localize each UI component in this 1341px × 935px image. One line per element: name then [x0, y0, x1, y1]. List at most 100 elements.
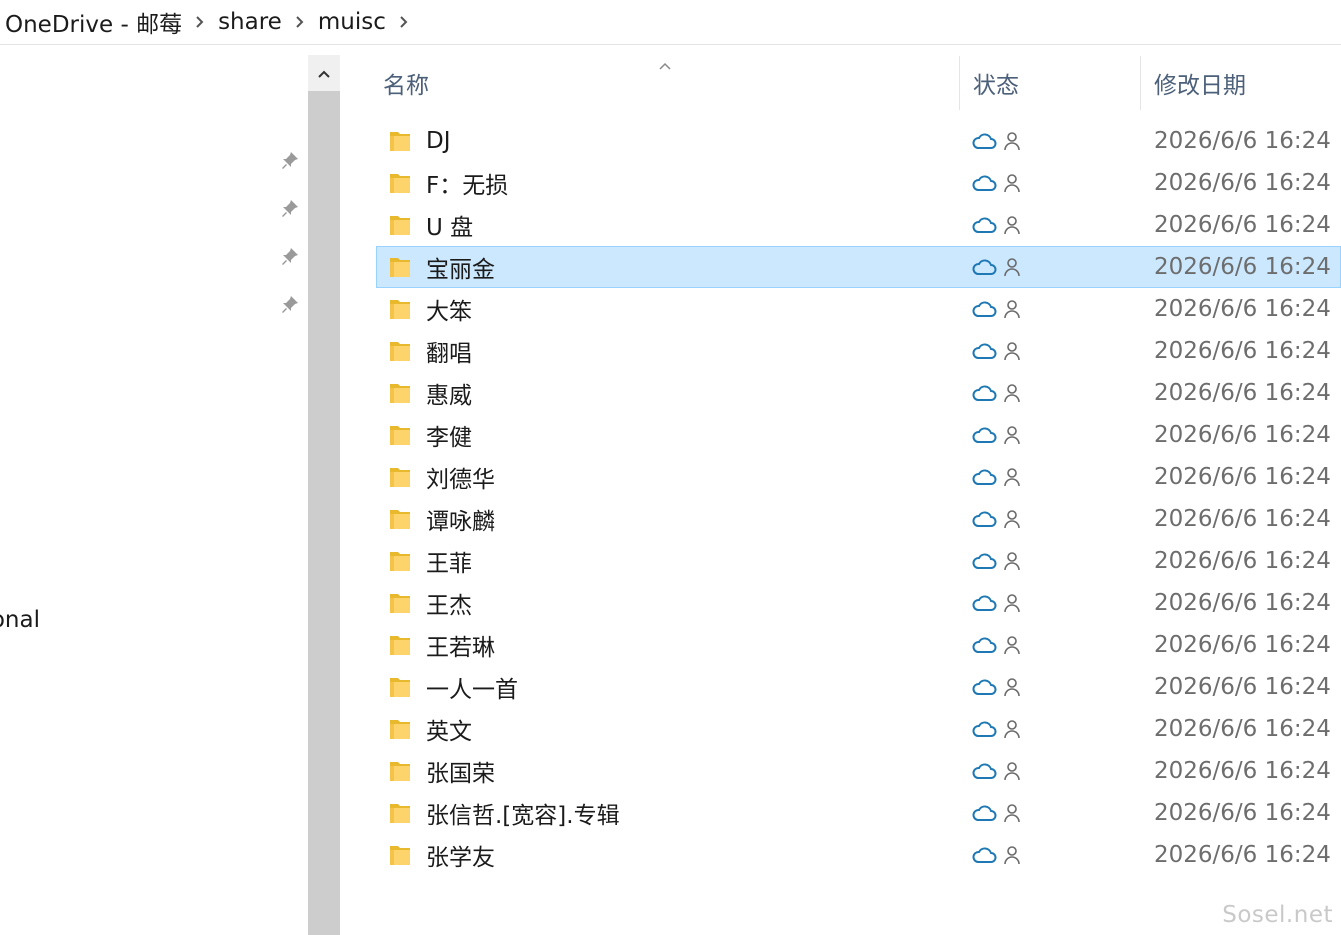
- file-name: 王若琳: [426, 635, 495, 661]
- modified-date: 2026/6/6 16:24: [1154, 128, 1331, 154]
- cloud-status-icon: [971, 719, 997, 739]
- cloud-status-icon: [971, 467, 997, 487]
- file-row[interactable]: DJ 2026/6/6 16:24: [376, 120, 1341, 162]
- modified-date: 2026/6/6 16:24: [1154, 338, 1331, 364]
- file-name: U 盘: [426, 215, 474, 241]
- folder-icon: [389, 381, 411, 405]
- file-name: 谭咏麟: [426, 509, 495, 535]
- modified-date: 2026/6/6 16:24: [1154, 380, 1331, 406]
- file-row[interactable]: 刘德华 2026/6/6 16:24: [376, 456, 1341, 498]
- breadcrumb-item-onedrive[interactable]: OneDrive - 邮莓: [0, 5, 186, 39]
- cloud-status-icon: [971, 677, 997, 697]
- file-name: 李健: [426, 425, 472, 451]
- file-list: DJ 2026/6/6 16:24 F：无损 2026/6/6 16:24 U …: [376, 120, 1341, 876]
- file-row[interactable]: 张国荣 2026/6/6 16:24: [376, 750, 1341, 792]
- file-row[interactable]: 翻唱 2026/6/6 16:24: [376, 330, 1341, 372]
- shared-person-icon: [1003, 761, 1021, 781]
- file-name: F：无损: [426, 173, 509, 199]
- chevron-up-icon: [318, 70, 330, 78]
- folder-icon: [389, 129, 411, 153]
- watermark: Sosel.net: [1222, 902, 1333, 928]
- file-row[interactable]: 王杰 2026/6/6 16:24: [376, 582, 1341, 624]
- shared-person-icon: [1003, 173, 1021, 193]
- folder-icon: [389, 801, 411, 825]
- cloud-status-icon: [971, 299, 997, 319]
- folder-icon: [389, 213, 411, 237]
- file-name: 张国荣: [426, 761, 495, 787]
- file-name: 王菲: [426, 551, 472, 577]
- folder-icon: [389, 297, 411, 321]
- column-header-status[interactable]: 状态: [959, 56, 1140, 110]
- shared-person-icon: [1003, 635, 1021, 655]
- shared-person-icon: [1003, 467, 1021, 487]
- breadcrumb: OneDrive - 邮莓 share muisc: [0, 0, 1341, 45]
- modified-date: 2026/6/6 16:24: [1154, 464, 1331, 490]
- file-row[interactable]: 张信哲.[宽容].专辑 2026/6/6 16:24: [376, 792, 1341, 834]
- modified-date: 2026/6/6 16:24: [1154, 716, 1331, 742]
- cloud-status-icon: [971, 341, 997, 361]
- modified-date: 2026/6/6 16:24: [1154, 170, 1331, 196]
- folder-icon: [389, 717, 411, 741]
- cloud-status-icon: [971, 509, 997, 529]
- pin-icon[interactable]: [279, 293, 301, 315]
- folder-icon: [389, 171, 411, 195]
- folder-icon: [389, 255, 411, 279]
- file-row[interactable]: 王若琳 2026/6/6 16:24: [376, 624, 1341, 666]
- chevron-right-icon[interactable]: [286, 15, 314, 29]
- modified-date: 2026/6/6 16:24: [1154, 296, 1331, 322]
- shared-person-icon: [1003, 341, 1021, 361]
- file-name: 刘德华: [426, 467, 495, 493]
- modified-date: 2026/6/6 16:24: [1154, 506, 1331, 532]
- breadcrumb-item-share[interactable]: share: [214, 9, 286, 35]
- folder-icon: [389, 423, 411, 447]
- cloud-status-icon: [971, 173, 997, 193]
- file-row[interactable]: F：无损 2026/6/6 16:24: [376, 162, 1341, 204]
- scroll-up-button[interactable]: [308, 55, 340, 93]
- cloud-status-icon: [971, 803, 997, 823]
- column-header-name[interactable]: 名称: [376, 56, 959, 110]
- folder-icon: [389, 507, 411, 531]
- pin-icon[interactable]: [279, 197, 301, 219]
- cloud-status-icon: [971, 761, 997, 781]
- file-row[interactable]: U 盘 2026/6/6 16:24: [376, 204, 1341, 246]
- shared-person-icon: [1003, 257, 1021, 277]
- file-row[interactable]: 李健 2026/6/6 16:24: [376, 414, 1341, 456]
- file-row[interactable]: 谭咏麟 2026/6/6 16:24: [376, 498, 1341, 540]
- nav-item-partial-label[interactable]: onal: [0, 607, 40, 633]
- folder-icon: [389, 759, 411, 783]
- shared-person-icon: [1003, 719, 1021, 739]
- pin-icon[interactable]: [279, 245, 301, 267]
- file-name: 惠威: [426, 383, 472, 409]
- pin-icon[interactable]: [279, 149, 301, 171]
- scroll-thumb[interactable]: [308, 91, 340, 935]
- folder-icon: [389, 591, 411, 615]
- shared-person-icon: [1003, 551, 1021, 571]
- shared-person-icon: [1003, 509, 1021, 529]
- file-name: DJ: [426, 128, 451, 154]
- file-name: 王杰: [426, 593, 472, 619]
- file-row[interactable]: 张学友 2026/6/6 16:24: [376, 834, 1341, 876]
- modified-date: 2026/6/6 16:24: [1154, 590, 1331, 616]
- breadcrumb-item-muisc[interactable]: muisc: [314, 9, 390, 35]
- file-name: 英文: [426, 719, 472, 745]
- file-row[interactable]: 一人一首 2026/6/6 16:24: [376, 666, 1341, 708]
- file-row[interactable]: 大笨 2026/6/6 16:24: [376, 288, 1341, 330]
- shared-person-icon: [1003, 383, 1021, 403]
- file-row[interactable]: 英文 2026/6/6 16:24: [376, 708, 1341, 750]
- cloud-status-icon: [971, 257, 997, 277]
- cloud-status-icon: [971, 635, 997, 655]
- file-row[interactable]: 王菲 2026/6/6 16:24: [376, 540, 1341, 582]
- chevron-right-icon[interactable]: [186, 15, 214, 29]
- file-row[interactable]: 宝丽金 2026/6/6 16:24: [376, 246, 1341, 288]
- file-row[interactable]: 惠威 2026/6/6 16:24: [376, 372, 1341, 414]
- folder-icon: [389, 675, 411, 699]
- cloud-status-icon: [971, 551, 997, 571]
- shared-person-icon: [1003, 299, 1021, 319]
- cloud-status-icon: [971, 593, 997, 613]
- folder-icon: [389, 549, 411, 573]
- chevron-right-icon[interactable]: [390, 15, 418, 29]
- nav-scrollbar[interactable]: [308, 55, 340, 935]
- cloud-status-icon: [971, 425, 997, 445]
- cloud-status-icon: [971, 383, 997, 403]
- column-header-date[interactable]: 修改日期: [1140, 56, 1341, 110]
